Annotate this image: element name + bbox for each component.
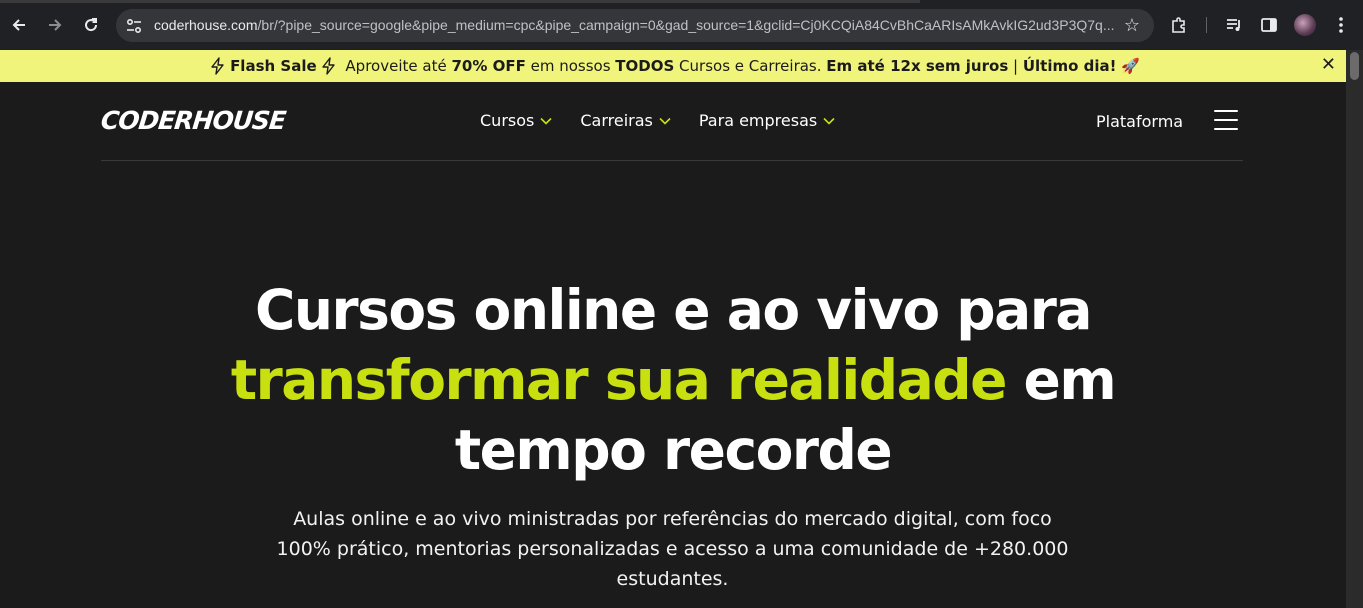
hero-title-line3: tempo recorde [454,418,893,482]
reload-button[interactable] [78,12,104,38]
nav-item-carreiras[interactable]: Carreiras [580,111,671,130]
hamburger-icon[interactable] [1214,110,1238,130]
hero-title: Cursos online e ao vivo para transformar… [0,275,1346,485]
bookmark-star-icon[interactable]: ☆ [1124,15,1140,36]
address-bar[interactable]: coderhouse.com/br/?pipe_source=google&pi… [116,9,1154,42]
banner-discount: 70% OFF [451,57,526,75]
hero-title-after-accent: em [1005,348,1117,412]
media-controls-button[interactable] [1222,13,1246,37]
url-path: /br/?pipe_source=google&pipe_medium=cpc&… [257,17,1114,33]
nav-item-para-empresas[interactable]: Para empresas [699,111,835,130]
side-panel-icon [1261,18,1277,32]
banner-text-2: em nossos [525,57,616,75]
hero-title-line1: Cursos online e ao vivo para [254,278,1093,342]
more-vert-icon [1339,17,1343,33]
side-panel-button[interactable] [1257,13,1281,37]
banner-separator: | [1008,57,1023,75]
site-header: CODERHOUSE Cursos Carreiras Para empresa… [0,82,1346,162]
chevron-down-icon [823,117,835,125]
extensions-button[interactable] [1167,13,1191,37]
site-info-icon[interactable] [125,17,143,35]
close-banner-button[interactable]: ✕ [1321,54,1336,75]
page-scrollbar[interactable] [1346,50,1363,608]
back-button[interactable] [6,12,32,38]
chevron-down-icon [659,117,671,125]
url-host: coderhouse.com [154,17,258,33]
browser-menu-button[interactable] [1329,13,1353,37]
hero-subtitle: Aulas online e ao vivo ministradas por r… [276,508,1069,590]
scrollbar-thumb[interactable] [1350,52,1359,80]
banner-text-3: Cursos e Carreiras. [674,57,827,75]
browser-toolbar: coderhouse.com/br/?pipe_source=google&pi… [0,0,1363,50]
arrow-right-icon [49,19,62,31]
banner-text-1: Aproveite até [340,57,452,75]
puzzle-icon [1172,17,1185,33]
reload-icon [85,18,98,32]
flash-sale-label: Flash Sale [230,57,317,75]
toolbar-separator [1206,17,1207,33]
header-divider [101,160,1243,161]
tab-strip-edge [0,0,920,3]
nav-item-label: Para empresas [698,111,818,130]
rocket-icon: 🚀 [1116,57,1140,75]
flash-sale-banner: Flash Sale Aproveite até 70% OFF em noss… [0,50,1346,82]
plataforma-link[interactable]: Plataforma [1096,112,1183,131]
lightning-icon [321,57,335,75]
queue-music-icon [1227,19,1240,31]
banner-installments: Em até 12x sem juros [826,57,1009,75]
arrow-left-icon [12,19,25,31]
coderhouse-logo[interactable]: CODERHOUSE [99,106,286,135]
url-text[interactable]: coderhouse.com/br/?pipe_source=google&pi… [154,17,1114,33]
forward-button[interactable] [42,12,68,38]
lightning-icon [211,57,224,75]
hero-title-accent: transformar sua realidade [230,348,1008,412]
profile-avatar[interactable] [1294,14,1316,36]
chevron-down-icon [540,117,552,125]
banner-last-day: Último dia! [1022,57,1117,75]
banner-todos: TODOS [615,57,675,75]
main-nav: Cursos Carreiras Para empresas [480,111,835,130]
nav-item-cursos[interactable]: Cursos [480,111,552,130]
nav-item-label: Cursos [480,111,535,130]
nav-item-label: Carreiras [580,111,653,130]
